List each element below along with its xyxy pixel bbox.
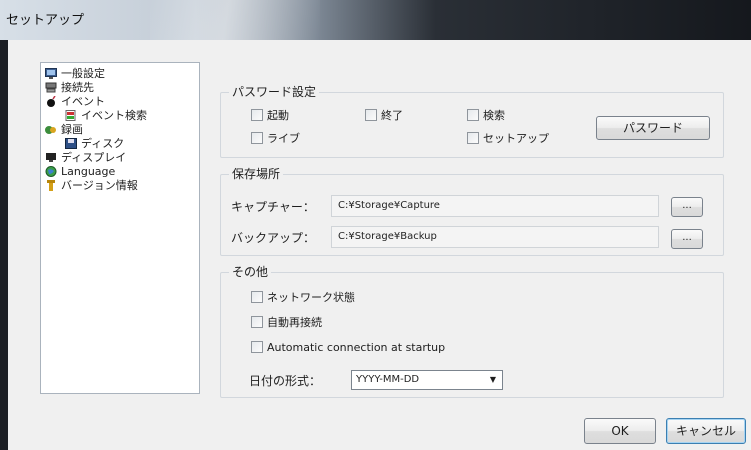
bomb-icon	[45, 96, 57, 107]
backup-path-field[interactable]: C:¥Storage¥Backup	[331, 226, 659, 248]
tree-item-label: イベント検索	[81, 109, 147, 122]
password-settings-group: パスワード設定 起動 終了 検索 ライブ セットアップ パスワード	[220, 85, 724, 158]
checkbox-setup[interactable]: セットアップ	[467, 131, 549, 147]
checkbox-live[interactable]: ライブ	[251, 131, 300, 147]
display-icon	[45, 152, 57, 163]
disk-icon	[65, 138, 77, 149]
tree-item-display[interactable]: ディスプレイ	[45, 150, 126, 165]
tree-item-event[interactable]: イベント	[45, 94, 105, 109]
capture-path-field[interactable]: C:¥Storage¥Capture	[331, 195, 659, 217]
storage-location-group: 保存場所 キャプチャー： C:¥Storage¥Capture ... バックア…	[220, 167, 724, 256]
date-format-value: YYYY-MM-DD	[356, 374, 420, 385]
network-icon	[45, 82, 57, 93]
capture-browse-button[interactable]: ...	[671, 197, 703, 217]
dropdown-arrow-icon: ▼	[489, 375, 496, 384]
tree-item-recording[interactable]: 録画	[45, 122, 83, 137]
checkbox-label: Automatic connection at startup	[267, 341, 446, 354]
tree-item-label: ディスク	[81, 137, 125, 150]
tree-item-version[interactable]: バージョン情報	[45, 178, 138, 193]
checkbox-box[interactable]	[251, 316, 263, 328]
tree-item-label: ディスプレイ	[61, 151, 127, 164]
backup-label: バックアップ：	[231, 231, 316, 245]
checkbox-label: 検索	[483, 109, 505, 122]
tree-item-general[interactable]: 一般設定	[45, 66, 105, 81]
checkbox-exit[interactable]: 終了	[365, 108, 403, 124]
password-button[interactable]: パスワード	[596, 116, 710, 140]
checkbox-label: 自動再接続	[267, 316, 322, 329]
capture-label: キャプチャー：	[231, 200, 315, 214]
checkbox-label: ライブ	[267, 132, 300, 145]
cancel-button[interactable]: キャンセル	[666, 418, 746, 444]
info-icon	[45, 180, 57, 191]
group-title: パスワード設定	[229, 85, 320, 100]
record-icon	[45, 124, 57, 135]
checkbox-box[interactable]	[467, 109, 479, 121]
checkbox-network-status[interactable]: ネットワーク状態	[251, 290, 355, 306]
checkbox-label: 終了	[381, 109, 403, 122]
tree-item-label: 録画	[61, 123, 83, 136]
group-title: 保存場所	[229, 167, 284, 182]
checkbox-label: 起動	[267, 109, 289, 122]
checkbox-auto-connect-startup[interactable]: Automatic connection at startup	[251, 340, 445, 356]
settings-tree[interactable]: 一般設定 接続先 イベント イベント検索 録画 ディスク ディスプレイ Lang…	[40, 62, 200, 394]
ok-button[interactable]: OK	[584, 418, 656, 444]
checkbox-box[interactable]	[251, 291, 263, 303]
checkbox-box[interactable]	[251, 109, 263, 121]
title-bar-sheen	[150, 0, 320, 40]
group-title: その他	[229, 265, 272, 280]
checkbox-auto-reconnect[interactable]: 自動再接続	[251, 315, 322, 331]
title-bar[interactable]: セットアップ	[0, 0, 751, 40]
date-format-label: 日付の形式：	[249, 374, 322, 388]
tree-item-connection[interactable]: 接続先	[45, 80, 94, 95]
tree-item-label: 接続先	[61, 81, 94, 94]
date-format-select[interactable]: YYYY-MM-DD ▼	[351, 370, 503, 390]
tree-item-disk[interactable]: ディスク	[65, 136, 124, 151]
tree-item-label: イベント	[61, 95, 105, 108]
document-search-icon	[65, 110, 77, 121]
checkbox-label: ネットワーク状態	[267, 291, 355, 304]
window-title: セットアップ	[6, 13, 85, 28]
tree-item-label: Language	[61, 165, 116, 178]
tree-item-language[interactable]: Language	[45, 164, 115, 179]
tree-item-label: 一般設定	[61, 67, 105, 80]
tree-item-event-search[interactable]: イベント検索	[65, 108, 147, 123]
backup-browse-button[interactable]: ...	[671, 229, 703, 249]
monitor-icon	[45, 68, 57, 79]
checkbox-box[interactable]	[251, 341, 263, 353]
checkbox-search[interactable]: 検索	[467, 108, 505, 124]
checkbox-startup[interactable]: 起動	[251, 108, 289, 124]
globe-icon	[45, 166, 57, 177]
checkbox-box[interactable]	[467, 132, 479, 144]
checkbox-box[interactable]	[365, 109, 377, 121]
other-settings-group: その他 ネットワーク状態 自動再接続 Automatic connection …	[220, 265, 724, 398]
checkbox-label: セットアップ	[483, 132, 549, 145]
window-left-edge	[0, 40, 8, 450]
tree-item-label: バージョン情報	[61, 179, 138, 192]
checkbox-box[interactable]	[251, 132, 263, 144]
